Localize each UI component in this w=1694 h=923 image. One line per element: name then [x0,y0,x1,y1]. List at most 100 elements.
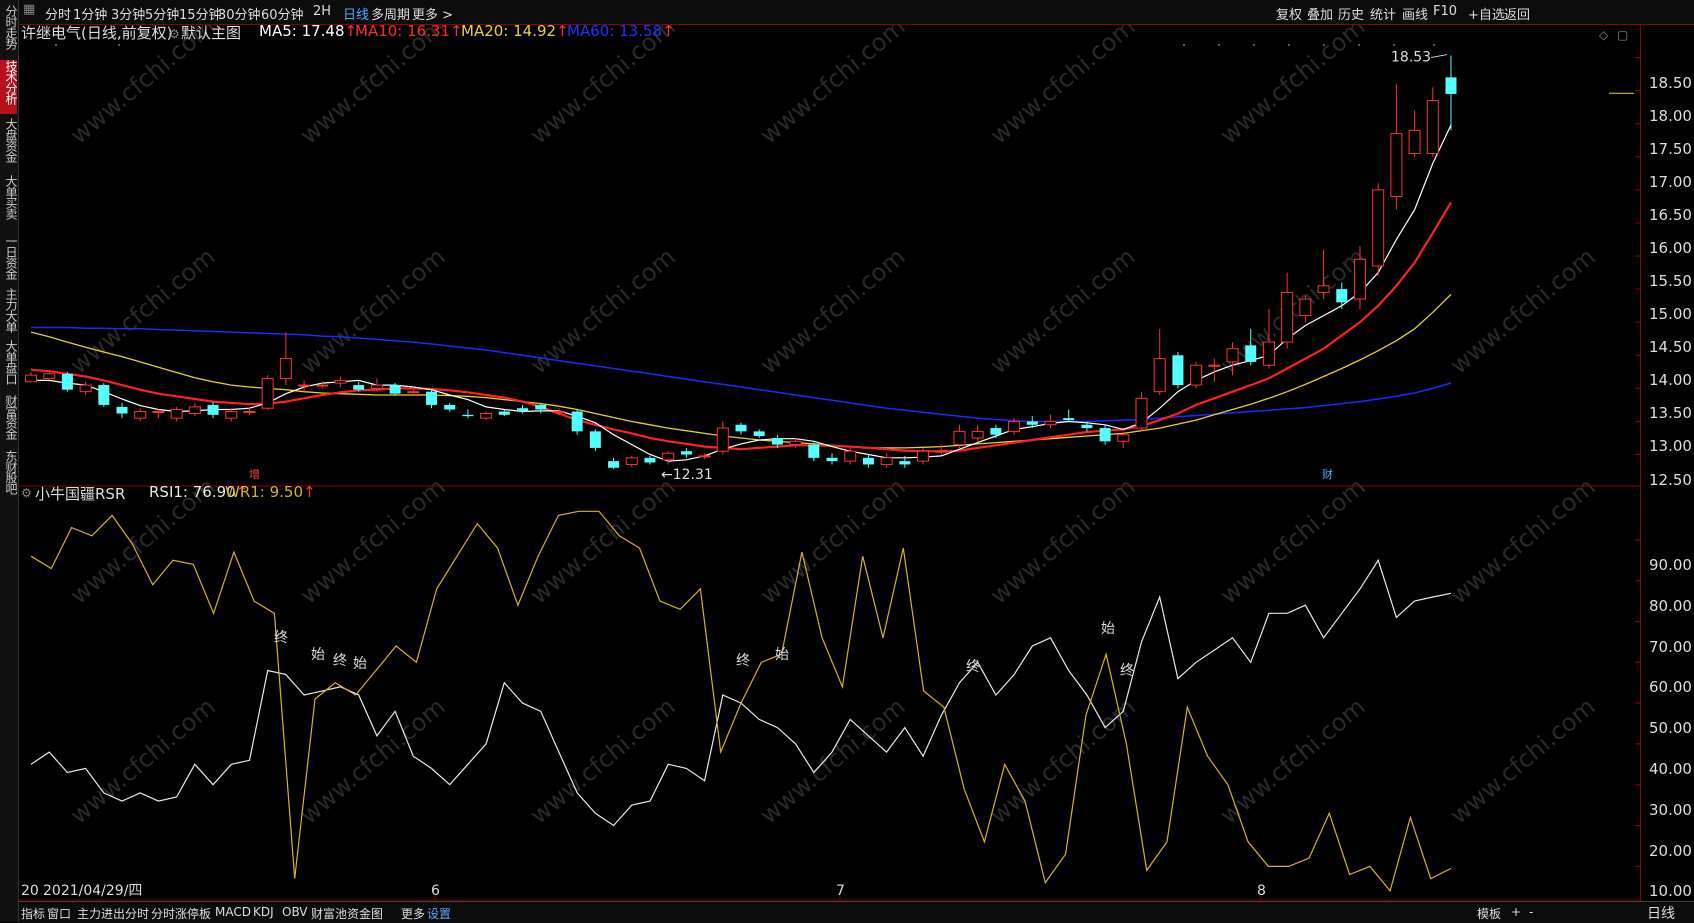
candle-up [552,411,565,414]
watermark-text: www.cfchi.com [1445,692,1601,829]
sidebar-tab-1[interactable]: 技术分析 [0,60,18,114]
ma60-label: MA60: 13.58↑ [567,22,675,40]
period-tab-0[interactable]: 分时 [45,4,71,23]
bottom-tab-2[interactable]: 主力进出分时 [77,905,149,922]
tool-button-1[interactable]: 叠加 [1307,4,1333,23]
indicator-signal-label: 始 [775,647,789,663]
sidebar-tab-3[interactable]: 大单买卖 [0,175,18,229]
template-settings-icon[interactable]: ⚙ [169,27,180,41]
high-price-mark: 18.53 [1391,50,1431,66]
candle-up [1408,129,1421,154]
indicator-name[interactable]: 小牛国疆RSR [35,483,125,504]
candle-up [152,411,165,414]
sidebar-tab-7[interactable]: 财富资金 [0,395,18,449]
sidebar-tab-0[interactable]: 分时走势 [0,5,18,59]
sidebar-tab-8[interactable]: 东财股吧 [0,450,18,504]
candle-up [1262,341,1275,366]
candle-up [880,457,893,465]
period-tab-1[interactable]: 1分钟 [73,4,107,23]
period-tab-7[interactable]: 2H [313,4,331,19]
indicator-tick: 80.00 [1649,596,1692,615]
bottom-tab-0[interactable]: 指标 [21,905,45,922]
template-label[interactable]: 默认主图 [181,22,241,43]
indicator-signal-label: 终 [966,659,980,675]
bottom-tab-3[interactable]: 分时涨停板 [151,905,211,922]
bottom-right-button-0[interactable]: 模板 [1477,905,1501,922]
indicator-tick: 30.00 [1649,800,1692,819]
candle-up [1153,358,1166,393]
period-tab-2[interactable]: 3分钟 [111,4,145,23]
price-tick: 13.50 [1649,404,1692,423]
price-tick: 17.00 [1649,172,1692,191]
candle-down [462,414,474,417]
chart-area[interactable]: www.cfchi.com www.cfchi.com www.cfchi.com w… [19,25,1640,901]
bottom-tab-7[interactable]: 财富池资金图 [311,905,383,922]
period-tab-6[interactable]: 60分钟 [261,4,304,23]
candle-up [243,411,256,414]
tool-button-5[interactable]: F10 [1433,4,1457,19]
tool-button-7[interactable]: 返回 [1504,4,1530,23]
x-axis-start-stub: 20 [21,883,39,899]
candle-down [535,404,547,410]
period-tab-5[interactable]: 30分钟 [218,4,261,23]
bottom-tab-5[interactable]: KDJ [253,905,274,919]
bottom-tab-8[interactable]: 更多 [401,905,425,922]
bottom-right-button-2[interactable]: - [1529,905,1533,919]
candle-down [571,411,583,432]
candle-up [953,430,966,446]
bottom-tab-1[interactable]: 窗口 [47,905,71,922]
watermark-text: www.cfchi.com [985,472,1141,609]
candle-down [353,385,365,390]
ma20-label: MA20: 14.92↑ [461,22,569,40]
price-tick: 16.50 [1649,205,1692,224]
candle-up [79,384,92,393]
event-marker-cai: 财 [1322,467,1333,481]
watermark-text: www.cfchi.com [1215,692,1371,829]
sidebar-tab-4[interactable]: 一日资金 [0,235,18,289]
bottom-right-button-1[interactable]: + [1511,905,1521,919]
watermark-text: www.cfchi.com [985,242,1141,379]
candle-up [334,379,347,384]
ma10-label: MA10: 16.31↑ [355,22,463,40]
bottom-tab-4[interactable]: MACD [215,905,251,919]
candle-down [444,404,456,410]
indicator-signal-label: 始 [311,647,325,663]
candle-down [1026,421,1038,425]
sidebar-tab-6[interactable]: 大单盘口 [0,340,18,394]
period-indicator: 日线 [1647,906,1675,922]
price-tick: 13.00 [1649,437,1692,456]
candle-down [1172,355,1184,386]
indicator-signal-label: 始 [353,656,367,672]
sidebar-tab-2[interactable]: 大盘资金 [0,118,18,172]
candle-down [1063,418,1075,421]
price-tick: 15.50 [1649,272,1692,291]
watermark-text: www.cfchi.com [1445,472,1601,609]
period-tab-10[interactable]: 更多 > [412,4,453,23]
candle-down [116,406,128,414]
price-tick: 14.50 [1649,338,1692,357]
candle-down [426,391,438,405]
period-tab-9[interactable]: 多周期 [371,4,410,23]
layout-grid-icon[interactable]: ▦ [23,2,35,17]
sidebar-tab-5[interactable]: 主力大单 [0,288,18,342]
tool-button-4[interactable]: 画线 [1402,4,1428,23]
candle-up [789,440,802,446]
candle-up [261,377,274,409]
bottom-tab-6[interactable]: OBV [282,905,308,919]
period-tab-4[interactable]: 15分钟 [179,4,222,23]
tool-button-3[interactable]: 统计 [1370,4,1396,23]
price-tick: 16.00 [1649,238,1692,257]
bottom-tab-9[interactable]: 设置 [427,905,451,922]
indicator-signal-label: 终 [333,653,347,669]
price-tick: 15.00 [1649,305,1692,324]
candle-up [844,450,857,462]
candle-up [1117,434,1130,442]
indicator-settings-icon[interactable]: ⚙ [21,486,32,500]
candle-up [1372,189,1385,267]
tool-button-0[interactable]: 复权 [1276,4,1302,23]
period-tab-8[interactable]: 日线 [343,4,369,23]
candle-up [1299,298,1312,317]
tool-button-6[interactable]: +自选 [1468,4,1505,23]
tool-button-2[interactable]: 历史 [1338,4,1364,23]
period-tab-3[interactable]: 5分钟 [145,4,179,23]
